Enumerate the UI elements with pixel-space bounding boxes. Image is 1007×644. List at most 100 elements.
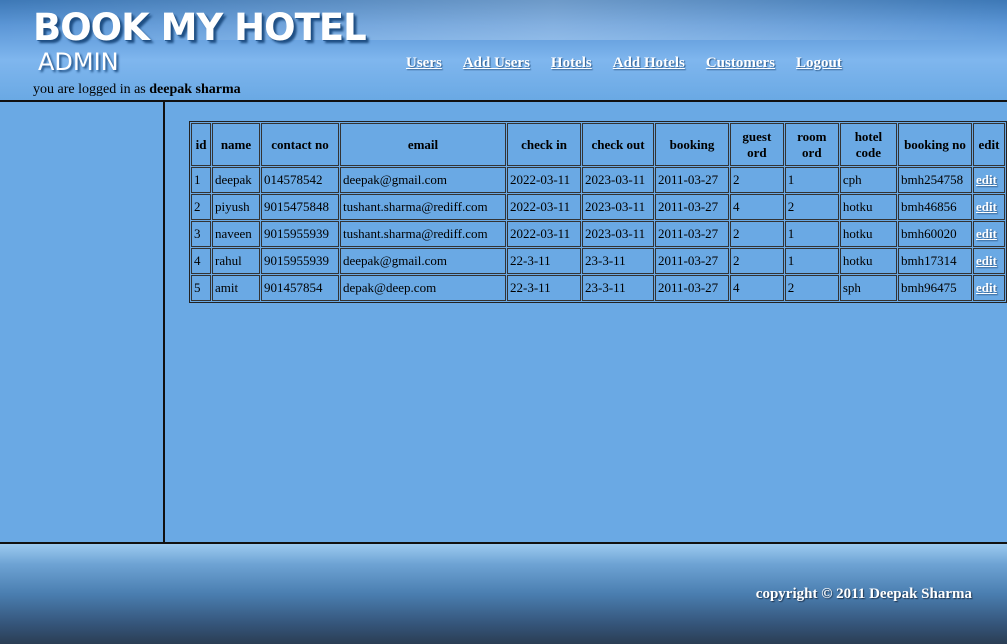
col-header: check in [507, 123, 581, 166]
table-cell: bmh60020 [897, 221, 972, 247]
table-cell: 9015955939 [261, 221, 339, 247]
table-cell: depak@deep.com [340, 275, 506, 301]
table-cell: 1 [784, 167, 839, 193]
edit-link[interactable]: edit [976, 226, 997, 241]
table-cell: 2022-03-11 [507, 194, 581, 220]
table-cell: 23-3-11 [582, 248, 654, 274]
table-cell: 2 [191, 194, 211, 220]
main-content: id name contact no email check in check out bo… [189, 121, 1007, 303]
table-cell: 1 [784, 221, 839, 247]
table-cell: bmh46856 [897, 194, 972, 220]
table-cell: 23-3-11 [582, 275, 654, 301]
edit-link[interactable]: edit [976, 172, 997, 187]
table-cell: bmh17314 [897, 248, 972, 274]
table-cell: 1 [784, 248, 839, 274]
col-header: name [212, 123, 260, 166]
table-cell: 2023-03-11 [582, 221, 654, 247]
col-header: edit [972, 123, 1005, 166]
table-cell: 2022-03-11 [507, 167, 581, 193]
table-cell: 2011-03-27 [655, 221, 729, 247]
edit-link[interactable]: edit [976, 280, 997, 295]
nav-hotels-link[interactable]: Hotels [551, 55, 592, 71]
table-cell: tushant.sharma@rediff.com [340, 194, 506, 220]
table-cell: 2 [730, 221, 784, 247]
nav-add-users-link[interactable]: Add Users [463, 55, 530, 71]
table-cell: 9015955939 [261, 248, 339, 274]
table-cell: 901457854 [261, 275, 339, 301]
edit-link[interactable]: edit [976, 253, 997, 268]
bookings-table: id name contact no email check in check out bo… [189, 121, 1007, 303]
main-nav: Users Add Users Hotels Add Hotels Customers L… [406, 52, 863, 72]
table-cell: hotku [839, 248, 897, 274]
table-body: 1 deepak 014578542 deepak@gmail.com 2022-03-… [191, 167, 1005, 301]
table-cell: 4 [730, 275, 784, 301]
table-cell: deepak [212, 167, 260, 193]
table-cell: 1 [191, 167, 211, 193]
table-cell: 2011-03-27 [655, 194, 729, 220]
login-prefix: you are logged in as [33, 82, 146, 97]
copyright-text: copyright © 2011 Deepak Sharma [755, 586, 972, 602]
nav-customers-link[interactable]: Customers [706, 55, 775, 71]
nav-logout-link[interactable]: Logout [796, 55, 842, 71]
table-cell: 2022-03-11 [507, 221, 581, 247]
col-header: check out [582, 123, 654, 166]
table-cell: 2 [730, 167, 784, 193]
col-header: booking no [897, 123, 972, 166]
table-cell: 4 [191, 248, 211, 274]
footer: copyright © 2011 Deepak Sharma [0, 544, 1007, 644]
nav-users-link[interactable]: Users [406, 55, 442, 71]
table-row: 3 naveen 9015955939 tushant.sharma@rediff.c… [191, 221, 1005, 247]
edit-cell: edit [972, 275, 1005, 301]
table-cell: 2 [784, 194, 839, 220]
table-cell: bmh96475 [897, 275, 972, 301]
table-cell: bmh254758 [897, 167, 972, 193]
table-cell: amit [212, 275, 260, 301]
table-cell: 3 [191, 221, 211, 247]
nav-add-hotels-link[interactable]: Add Hotels [613, 55, 685, 71]
table-cell: rahul [212, 248, 260, 274]
table-cell: deepak@gmail.com [340, 167, 506, 193]
edit-link[interactable]: edit [976, 199, 997, 214]
col-header: room ord [784, 123, 839, 166]
table-cell: cph [839, 167, 897, 193]
table-cell: 2023-03-11 [582, 167, 654, 193]
sidebar [0, 102, 163, 542]
table-cell: 014578542 [261, 167, 339, 193]
table-cell: 2011-03-27 [655, 167, 729, 193]
table-cell: piyush [212, 194, 260, 220]
edit-cell: edit [972, 194, 1005, 220]
col-header: contact no [261, 123, 339, 166]
table-row: 2 piyush 9015475848 tushant.sharma@rediff.c… [191, 194, 1005, 220]
brand-subtitle: ADMIN [38, 48, 119, 76]
table-cell: naveen [212, 221, 260, 247]
header: BOOK MY HOTEL ADMIN Users Add Users Hotels… [0, 0, 1007, 100]
table-row: 1 deepak 014578542 deepak@gmail.com 2022-03-… [191, 167, 1005, 193]
table-cell: sph [839, 275, 897, 301]
table-cell: 2011-03-27 [655, 248, 729, 274]
table-cell: 9015475848 [261, 194, 339, 220]
table-cell: 22-3-11 [507, 275, 581, 301]
table-cell: 22-3-11 [507, 248, 581, 274]
table-cell: 5 [191, 275, 211, 301]
sidebar-divider [163, 102, 165, 542]
brand-logo: BOOK MY HOTEL [33, 6, 367, 49]
table-row: 4 rahul 9015955939 deepak@gmail.com 22-3-11 2… [191, 248, 1005, 274]
edit-cell: edit [972, 221, 1005, 247]
table-cell: 2 [730, 248, 784, 274]
table-cell: 2 [784, 275, 839, 301]
col-header: hotel code [839, 123, 897, 166]
col-header: id [191, 123, 211, 166]
col-header: guest ord [730, 123, 784, 166]
table-cell: 2023-03-11 [582, 194, 654, 220]
table-cell: hotku [839, 194, 897, 220]
table-cell: tushant.sharma@rediff.com [340, 221, 506, 247]
edit-cell: edit [972, 167, 1005, 193]
col-header: email [340, 123, 506, 166]
table-cell: 4 [730, 194, 784, 220]
table-header-row: id name contact no email check in check out bo… [191, 123, 1005, 166]
login-status: you are logged in as deepak sharma [33, 82, 241, 98]
table-row: 5 amit 901457854 depak@deep.com 22-3-11 23-3-… [191, 275, 1005, 301]
table-cell: deepak@gmail.com [340, 248, 506, 274]
logged-in-user: deepak sharma [149, 82, 241, 97]
table-cell: 2011-03-27 [655, 275, 729, 301]
